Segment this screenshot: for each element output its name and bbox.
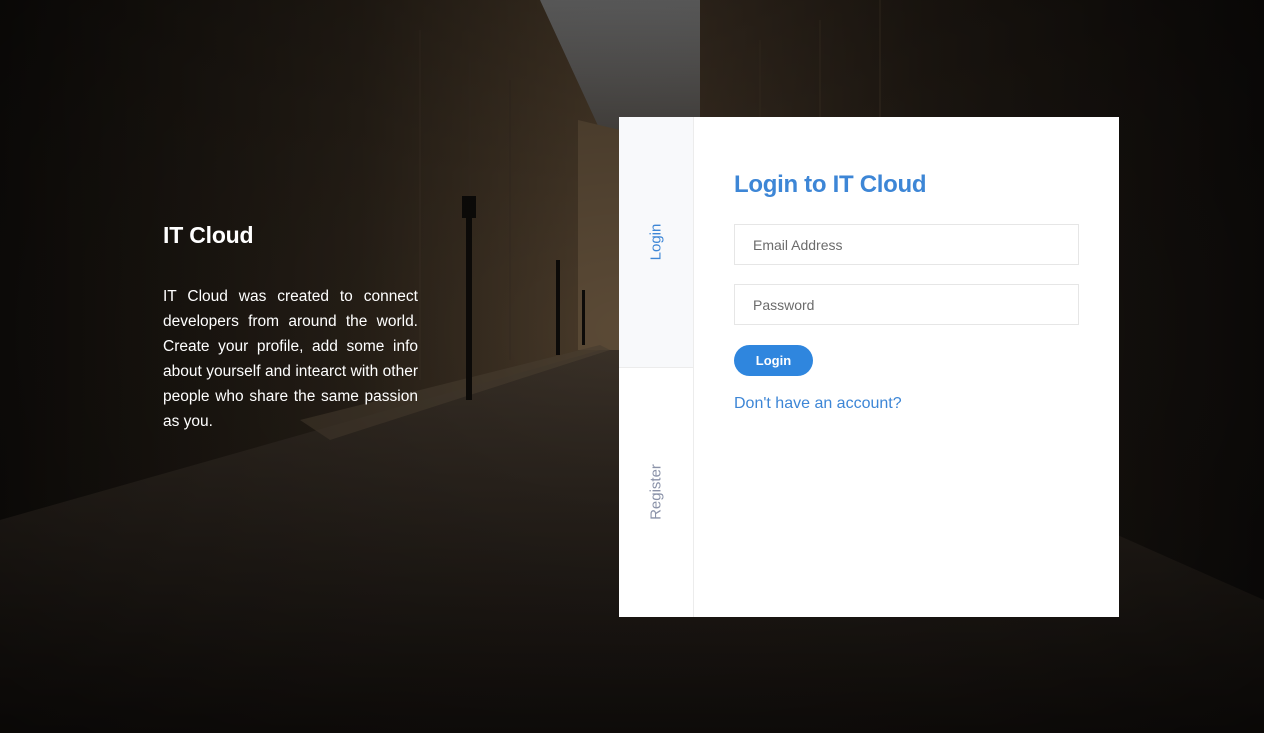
app-description: IT Cloud was created to connect develope…: [163, 288, 418, 430]
tab-login[interactable]: Login: [619, 117, 693, 368]
email-field[interactable]: [734, 224, 1079, 265]
intro-section: IT Cloud IT Cloud was created to connect…: [163, 222, 418, 434]
password-field[interactable]: [734, 284, 1079, 325]
register-link[interactable]: Don't have an account?: [734, 395, 902, 413]
login-form: Login to IT Cloud Login Don't have an ac…: [694, 117, 1119, 617]
auth-tabs: Login Register: [619, 117, 694, 617]
tab-login-label: Login: [647, 223, 665, 261]
form-title: Login to IT Cloud: [734, 171, 927, 198]
login-button[interactable]: Login: [734, 345, 813, 376]
auth-card: Login Register Login to IT Cloud Login D…: [619, 117, 1119, 617]
tab-register[interactable]: Register: [619, 368, 693, 618]
app-title: IT Cloud: [163, 222, 254, 248]
tab-register-label: Register: [647, 464, 665, 521]
